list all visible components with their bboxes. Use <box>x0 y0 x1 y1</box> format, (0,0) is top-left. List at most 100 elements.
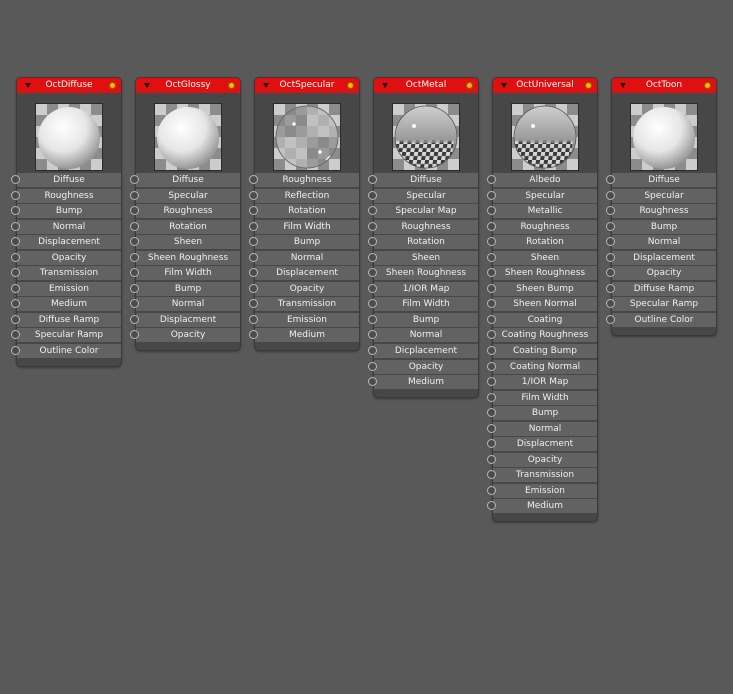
input-port-diffuse[interactable]: Diffuse <box>11 173 121 187</box>
node-header[interactable]: OctSpecular <box>255 78 359 93</box>
input-port-sheen-roughness[interactable]: Sheen Roughness <box>130 250 240 265</box>
input-port-roughness[interactable]: Roughness <box>606 204 716 219</box>
input-port-roughness[interactable]: Roughness <box>130 204 240 219</box>
port-connector-icon[interactable] <box>11 268 20 278</box>
input-port-emission[interactable]: Emission <box>249 312 359 327</box>
port-connector-icon[interactable] <box>606 175 615 184</box>
input-port-displacement[interactable]: Displacement <box>11 235 121 250</box>
port-connector-icon[interactable] <box>130 221 139 231</box>
port-connector-icon[interactable] <box>249 190 258 200</box>
port-connector-icon[interactable] <box>11 206 20 216</box>
input-port-opacity[interactable]: Opacity <box>368 359 478 374</box>
input-port-bump[interactable]: Bump <box>11 204 121 219</box>
port-connector-icon[interactable] <box>487 501 496 511</box>
port-connector-icon[interactable] <box>130 299 139 309</box>
port-connector-icon[interactable] <box>368 377 377 387</box>
port-connector-icon[interactable] <box>11 346 20 356</box>
port-connector-icon[interactable] <box>487 439 496 449</box>
input-port-specular[interactable]: Specular <box>368 188 478 203</box>
port-connector-icon[interactable] <box>249 314 258 324</box>
port-connector-icon[interactable] <box>487 299 496 309</box>
input-port-albedo[interactable]: Albedo <box>487 173 597 187</box>
port-connector-icon[interactable] <box>368 314 377 324</box>
input-port-bump[interactable]: Bump <box>130 281 240 296</box>
port-connector-icon[interactable] <box>11 314 20 324</box>
port-connector-icon[interactable] <box>606 314 615 324</box>
port-connector-icon[interactable] <box>130 268 139 278</box>
input-port-opacity[interactable]: Opacity <box>11 250 121 265</box>
node-octtoon[interactable]: OctToon Diffuse Specular Roughness Bump Norm… <box>606 77 717 336</box>
collapse-triangle-icon[interactable] <box>382 83 388 88</box>
input-port-displacement[interactable]: Displacement <box>606 250 716 265</box>
port-connector-icon[interactable] <box>606 237 615 247</box>
input-port-opacity[interactable]: Opacity <box>606 266 716 281</box>
input-port-1-ior-map[interactable]: 1/IOR Map <box>487 375 597 390</box>
port-connector-icon[interactable] <box>487 330 496 340</box>
port-connector-icon[interactable] <box>249 221 258 231</box>
input-port-specular-map[interactable]: Specular Map <box>368 204 478 219</box>
port-connector-icon[interactable] <box>487 268 496 278</box>
port-connector-icon[interactable] <box>130 314 139 324</box>
port-connector-icon[interactable] <box>249 206 258 216</box>
input-port-rotation[interactable]: Rotation <box>130 219 240 234</box>
input-port-specular[interactable]: Specular <box>130 188 240 203</box>
input-port-specular-ramp[interactable]: Specular Ramp <box>606 297 716 312</box>
port-connector-icon[interactable] <box>368 175 377 184</box>
port-connector-icon[interactable] <box>249 268 258 278</box>
input-port-medium[interactable]: Medium <box>249 328 359 343</box>
input-port-film-width[interactable]: Film Width <box>487 390 597 405</box>
input-port-diffuse[interactable]: Diffuse <box>606 173 716 187</box>
port-connector-icon[interactable] <box>249 299 258 309</box>
input-port-roughness[interactable]: Roughness <box>249 173 359 187</box>
input-port-diffuse-ramp[interactable]: Diffuse Ramp <box>606 281 716 296</box>
input-port-specular[interactable]: Specular <box>487 188 597 203</box>
port-connector-icon[interactable] <box>606 299 615 309</box>
node-header[interactable]: OctUniversal <box>493 78 597 93</box>
input-port-bump[interactable]: Bump <box>606 219 716 234</box>
collapse-triangle-icon[interactable] <box>25 83 31 88</box>
port-connector-icon[interactable] <box>606 252 615 262</box>
input-port-sheen-roughness[interactable]: Sheen Roughness <box>368 266 478 281</box>
port-connector-icon[interactable] <box>249 175 258 184</box>
port-connector-icon[interactable] <box>11 283 20 293</box>
input-port-coating-bump[interactable]: Coating Bump <box>487 344 597 359</box>
port-connector-icon[interactable] <box>11 252 20 262</box>
input-port-normal[interactable]: Normal <box>130 297 240 312</box>
input-port-reflection[interactable]: Reflection <box>249 188 359 203</box>
input-port-roughness[interactable]: Roughness <box>487 219 597 234</box>
port-connector-icon[interactable] <box>249 252 258 262</box>
port-connector-icon[interactable] <box>606 268 615 278</box>
collapse-triangle-icon[interactable] <box>144 83 150 88</box>
input-port-transmission[interactable]: Transmission <box>249 297 359 312</box>
input-port-specular-ramp[interactable]: Specular Ramp <box>11 328 121 343</box>
port-connector-icon[interactable] <box>130 175 139 184</box>
node-octdiffuse[interactable]: OctDiffuse Diffuse Roughness Bump Normal Dis… <box>11 77 122 368</box>
input-port-medium[interactable]: Medium <box>487 499 597 514</box>
port-connector-icon[interactable] <box>130 283 139 293</box>
port-connector-icon[interactable] <box>130 190 139 200</box>
node-octspecular[interactable]: OctSpecular Roughness Reflection Rotation F… <box>249 77 360 352</box>
node-editor-canvas[interactable]: { "nodes": [ {"title":"OctDiffuse","prev… <box>0 0 733 694</box>
port-connector-icon[interactable] <box>130 330 139 340</box>
input-port-outline-color[interactable]: Outline Color <box>11 344 121 359</box>
input-port-normal[interactable]: Normal <box>249 250 359 265</box>
port-connector-icon[interactable] <box>11 237 20 247</box>
node-header[interactable]: OctDiffuse <box>17 78 121 93</box>
port-connector-icon[interactable] <box>487 221 496 231</box>
input-port-medium[interactable]: Medium <box>368 375 478 390</box>
port-connector-icon[interactable] <box>249 283 258 293</box>
port-connector-icon[interactable] <box>487 470 496 480</box>
port-connector-icon[interactable] <box>487 392 496 402</box>
port-connector-icon[interactable] <box>11 221 20 231</box>
port-connector-icon[interactable] <box>487 423 496 433</box>
port-connector-icon[interactable] <box>487 283 496 293</box>
input-port-film-width[interactable]: Film Width <box>130 266 240 281</box>
input-port-diffuse[interactable]: Diffuse <box>368 173 478 187</box>
input-port-diffuse[interactable]: Diffuse <box>130 173 240 187</box>
input-port-bump[interactable]: Bump <box>249 235 359 250</box>
node-header[interactable]: OctMetal <box>374 78 478 93</box>
port-connector-icon[interactable] <box>487 361 496 371</box>
input-port-transmission[interactable]: Transmission <box>11 266 121 281</box>
input-port-outline-color[interactable]: Outline Color <box>606 312 716 327</box>
collapse-triangle-icon[interactable] <box>501 83 507 88</box>
